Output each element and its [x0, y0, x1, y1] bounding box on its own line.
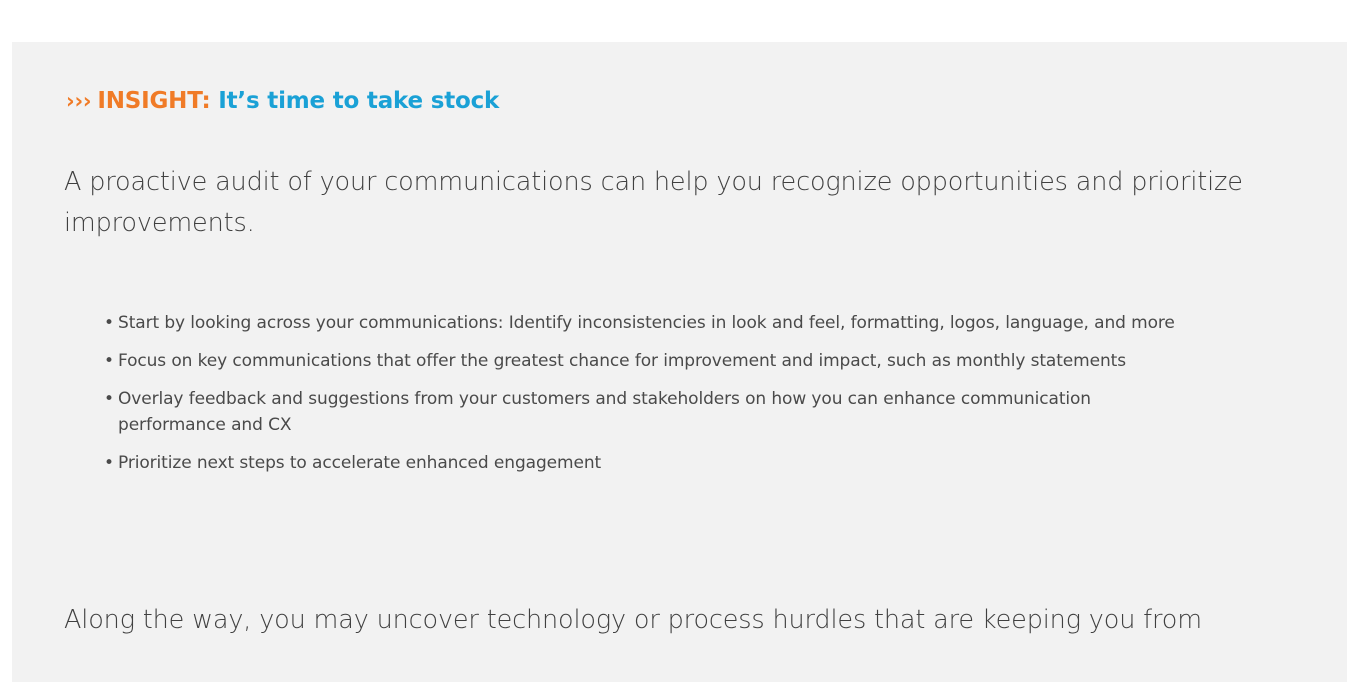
insight-heading: ››› INSIGHT: It’s time to take stock [66, 86, 499, 116]
chevrons-icon: ››› [66, 89, 92, 113]
bullet-marker: • [104, 313, 114, 333]
list-item-text: Prioritize next steps to accelerate enha… [118, 453, 602, 473]
list-item-text: Start by looking across your communicati… [118, 313, 1175, 333]
bullet-marker: • [104, 453, 114, 473]
list-item: • Start by looking across your communica… [104, 310, 1184, 336]
bullet-marker: • [104, 389, 114, 409]
outro-paragraph: Along the way, you may uncover technolog… [64, 605, 1202, 635]
insight-title: It’s time to take stock [218, 88, 500, 114]
bullet-marker: • [104, 351, 114, 371]
intro-paragraph: A proactive audit of your communications… [64, 167, 1243, 238]
list-item: • Focus on key communications that offer… [104, 348, 1184, 374]
list-item: • Overlay feedback and suggestions from … [104, 386, 1184, 438]
insight-label: INSIGHT: [97, 88, 211, 114]
list-item-text: Overlay feedback and suggestions from yo… [118, 389, 1091, 435]
list-item: • Prioritize next steps to accelerate en… [104, 450, 1184, 476]
list-item-text: Focus on key communications that offer t… [118, 351, 1126, 371]
bullet-list: • Start by looking across your communica… [104, 310, 1184, 488]
